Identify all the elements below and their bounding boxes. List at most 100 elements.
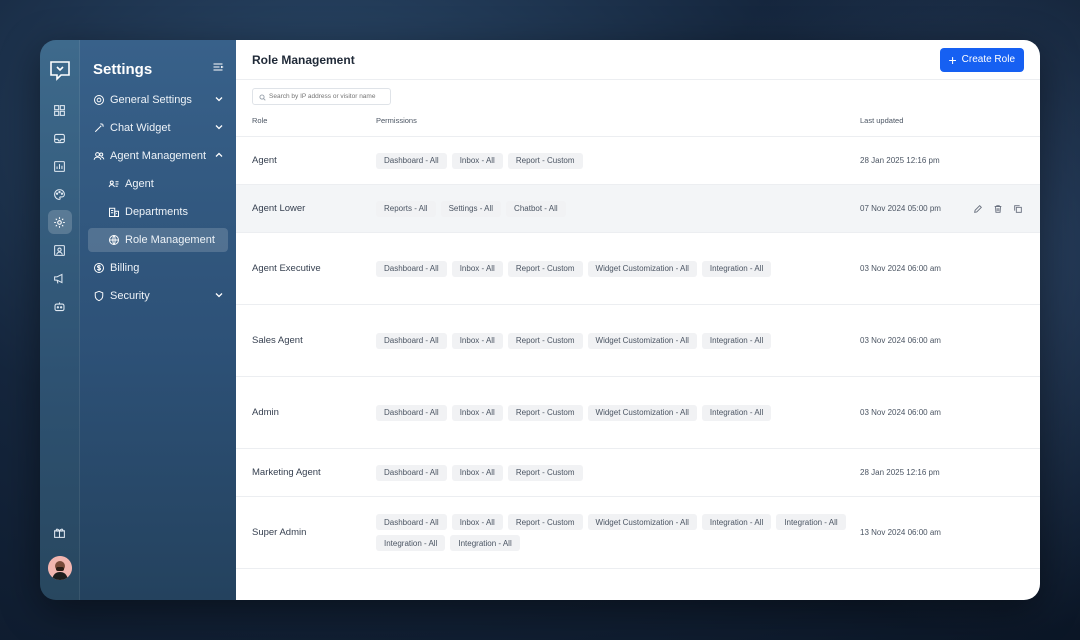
permission-tag: Dashboard - All [376,464,447,481]
sidebar-item-label: Security [110,290,150,302]
delete-icon[interactable] [992,203,1004,215]
permissions-list: Dashboard - All Inbox - All Report - Custo… [376,395,860,431]
permission-tag: Dashboard - All [376,404,447,421]
last-updated: 28 Jan 2025 12:16 pm [860,468,940,477]
gift-icon[interactable] [48,520,72,544]
permissions-list: Dashboard - All Inbox - All Report - Custo… [376,504,860,561]
sidebar-item-label: General Settings [110,94,192,106]
page-header: Role Management + Create Role [236,40,1040,80]
bot-icon[interactable] [48,294,72,318]
reports-icon[interactable] [48,154,72,178]
role-name: Super Admin [252,527,307,538]
permission-tag: Inbox - All [451,152,503,169]
chevron-down-icon [214,290,224,303]
sidebar-item-label: Agent [125,178,154,190]
magic-wand-icon [92,121,106,135]
id-card-icon [107,177,121,191]
sidebar-title: Settings [93,60,153,78]
permission-tag: Dashboard - All [376,260,447,277]
edit-icon[interactable] [972,203,984,215]
plus-icon: + [948,51,957,68]
table-row[interactable]: Sales Agent Dashboard - All Inbox - All Rep… [236,305,1040,377]
sidebar-item-security[interactable]: Security [88,284,228,308]
settings-sidebar: Settings General Settings Chat Widget Ag… [80,40,236,600]
megaphone-icon[interactable] [48,266,72,290]
sidebar-item-label: Chat Widget [110,122,171,134]
chevron-up-icon [214,150,224,163]
permission-tag: Inbox - All [451,404,503,421]
last-updated: 07 Nov 2024 05:00 pm [860,204,941,213]
settings-icon[interactable] [47,210,72,234]
search-box[interactable] [252,88,391,105]
sidebar-item-departments[interactable]: Departments [88,200,228,224]
permission-tag: Report - Custom [507,152,583,169]
permissions-list: Reports - All Settings - All Chatbot - All [376,191,860,227]
column-header-role: Role [252,116,268,125]
permission-tag: Integration - All [450,535,520,551]
permission-tag: Report - Custom [507,464,583,481]
permission-tag: Widget Customization - All [587,514,697,530]
table-row[interactable]: Agent Lower Reports - All Settings - All Ch… [236,185,1040,233]
table-row[interactable]: Admin Dashboard - All Inbox - All Report - … [236,377,1040,449]
table-row[interactable]: Marketing Agent Dashboard - All Inbox - Al… [236,449,1040,497]
permission-tag: Report - Custom [507,514,583,530]
permission-tag: Integration - All [701,332,772,349]
last-updated: 13 Nov 2024 06:00 am [860,528,941,537]
row-actions [972,203,1024,215]
permission-tag: Inbox - All [451,332,503,349]
contacts-icon[interactable] [48,238,72,262]
permission-tag: Integration - All [776,514,846,530]
role-name: Agent Lower [252,203,306,214]
palette-icon[interactable] [48,182,72,206]
permission-tag: Widget Customization - All [587,332,697,349]
inbox-icon[interactable] [48,126,72,150]
permissions-list: Dashboard - All Inbox - All Report - Custo… [376,251,860,287]
users-icon [92,149,106,163]
last-updated: 03 Nov 2024 06:00 am [860,336,941,345]
sidebar-item-label: Agent Management [110,150,207,162]
permission-tag: Settings - All [440,200,502,217]
search-input[interactable] [269,93,389,100]
create-role-button[interactable]: + Create Role [940,47,1024,72]
sidebar-item-chat-widget[interactable]: Chat Widget [88,116,228,140]
sidebar-item-agent-management[interactable]: Agent Management [88,144,228,168]
chevron-down-icon [214,122,224,135]
table-row[interactable]: Super Admin Dashboard - All Inbox - All Rep… [236,497,1040,569]
permission-tag: Report - Custom [507,404,583,421]
last-updated: 28 Jan 2025 12:16 pm [860,156,940,165]
permission-tag: Inbox - All [451,464,503,481]
role-name: Agent Executive [252,263,321,274]
table-header: Role Permissions Last updated [236,105,1040,137]
table-row[interactable]: Agent Dashboard - All Inbox - All Report - … [236,137,1040,185]
sidebar-item-label: Role Management [125,234,215,246]
sidebar-item-role-management[interactable]: Role Management [88,228,228,252]
permission-tag: Integration - All [701,404,772,421]
copy-icon[interactable] [1012,203,1024,215]
permission-tag: Report - Custom [507,260,583,277]
table-row[interactable]: Agent Executive Dashboard - All Inbox - Al… [236,233,1040,305]
collapse-menu-icon[interactable] [212,60,224,78]
role-name: Agent [252,155,277,166]
permission-tag: Chatbot - All [506,200,566,217]
main-content: Role Management + Create Role Role Permi… [236,40,1040,600]
create-role-label: Create Role [961,54,1015,65]
column-header-last-updated: Last updated [860,116,904,125]
icon-rail [40,40,80,600]
page-title: Role Management [252,52,355,67]
permission-tag: Widget Customization - All [587,404,697,421]
last-updated: 03 Nov 2024 06:00 am [860,264,941,273]
permissions-list: Dashboard - All Inbox - All Report - Custo… [376,143,860,179]
avatar[interactable] [47,556,72,580]
dashboard-icon[interactable] [48,98,72,122]
permissions-list: Dashboard - All Inbox - All Report - Custo… [376,323,860,359]
sidebar-item-general-settings[interactable]: General Settings [88,88,228,112]
app-window: Settings General Settings Chat Widget Ag… [40,40,1040,600]
role-name: Sales Agent [252,335,303,346]
permission-tag: Inbox - All [451,514,503,530]
globe-icon [107,233,121,247]
shield-icon [92,289,106,303]
sidebar-item-billing[interactable]: Billing [88,256,228,280]
permission-tag: Integration - All [701,260,772,277]
gear-outline-icon [92,93,106,107]
sidebar-item-agent[interactable]: Agent [88,172,228,196]
